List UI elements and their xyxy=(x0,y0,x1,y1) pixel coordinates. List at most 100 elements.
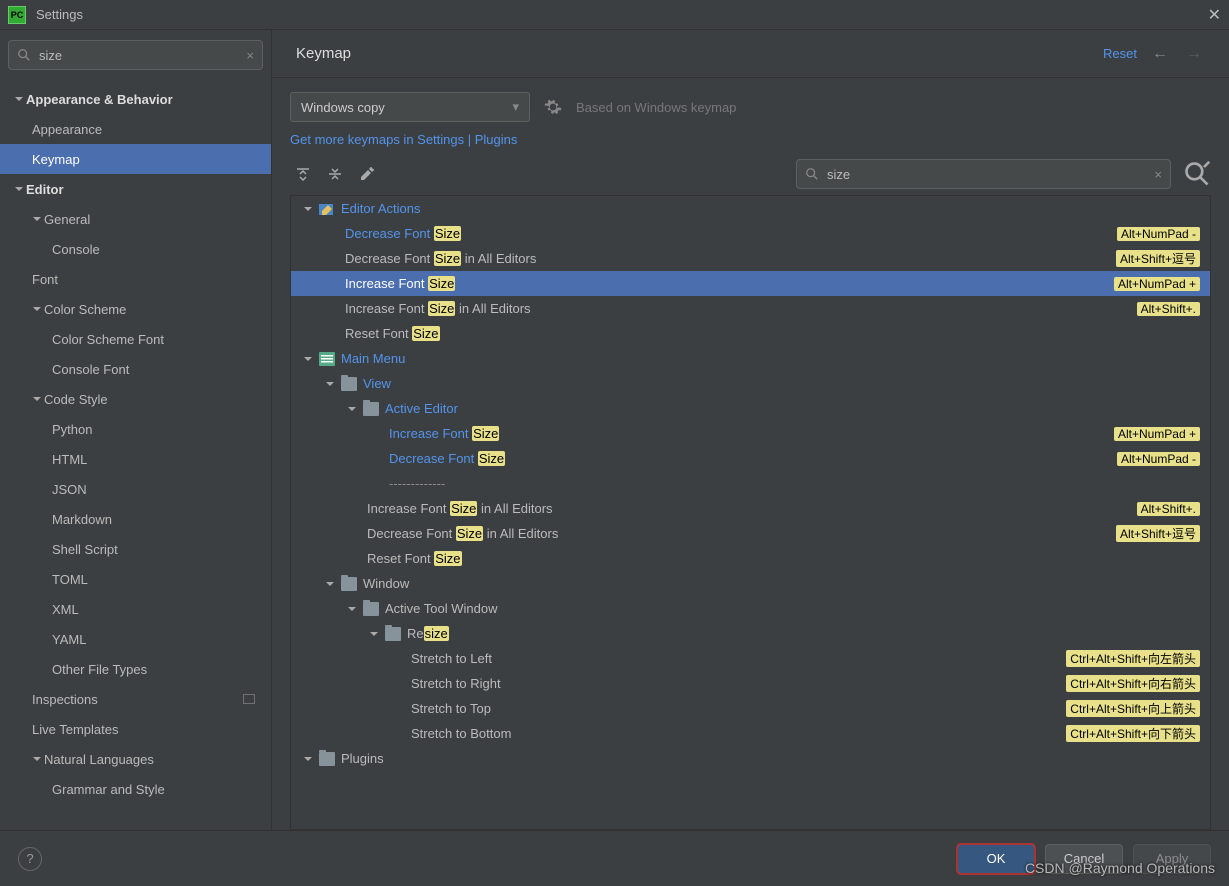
sidebar-item[interactable]: HTML xyxy=(0,444,271,474)
sidebar-item[interactable]: Console Font xyxy=(0,354,271,384)
window-title: Settings xyxy=(36,7,83,22)
keymap-row[interactable]: Stretch to LeftCtrl+Alt+Shift+向左箭头 xyxy=(291,646,1210,671)
sidebar-item[interactable]: General xyxy=(0,204,271,234)
app-icon: PC xyxy=(8,6,26,24)
sidebar-item[interactable]: YAML xyxy=(0,624,271,654)
action-label: Stretch to Left xyxy=(411,651,492,666)
search-icon xyxy=(805,167,819,181)
keymap-row[interactable]: ------------- xyxy=(291,471,1210,496)
chevron-down-icon xyxy=(30,392,44,406)
basedon-label: Based on Windows keymap xyxy=(576,100,736,115)
gear-icon[interactable] xyxy=(544,98,562,116)
action-label: Reset Font Size xyxy=(367,551,462,566)
sidebar-item[interactable]: Live Templates xyxy=(0,714,271,744)
keymap-tree[interactable]: Editor Actions Decrease Font Size Alt+NumP… xyxy=(290,195,1211,830)
sidebar-item[interactable]: Appearance & Behavior xyxy=(0,84,271,114)
keymap-row[interactable]: Stretch to BottomCtrl+Alt+Shift+向下箭头 xyxy=(291,721,1210,746)
sidebar-item[interactable]: Python xyxy=(0,414,271,444)
keymap-row[interactable]: Increase Font SizeAlt+NumPad + xyxy=(291,271,1210,296)
sidebar-item[interactable]: TOML xyxy=(0,564,271,594)
sidebar-item[interactable]: Keymap xyxy=(0,144,271,174)
shortcut-badge: Alt+NumPad - xyxy=(1117,227,1200,241)
keymap-row[interactable]: Decrease Font SizeAlt+NumPad - xyxy=(291,446,1210,471)
titlebar: PC Settings ✕ xyxy=(0,0,1229,30)
sidebar-item[interactable]: Editor xyxy=(0,174,271,204)
keymap-row[interactable]: Decrease Font Size in All Editors Alt+Shi… xyxy=(291,521,1210,546)
keymap-row[interactable]: Main Menu xyxy=(291,346,1210,371)
action-label: Active Tool Window xyxy=(385,601,497,616)
sidebar-item-label: JSON xyxy=(52,482,87,497)
close-icon[interactable]: ✕ xyxy=(1208,5,1221,25)
action-label: Decrease Font Size in All Editors xyxy=(367,526,558,541)
sidebar-item[interactable]: Natural Languages xyxy=(0,744,271,774)
shortcut-badge: Ctrl+Alt+Shift+向右箭头 xyxy=(1066,675,1200,692)
sidebar-item[interactable]: Color Scheme Font xyxy=(0,324,271,354)
find-shortcut-button[interactable] xyxy=(1183,160,1211,188)
action-label: Decrease Font Size xyxy=(345,226,461,241)
sidebar-item[interactable]: Markdown xyxy=(0,504,271,534)
action-search[interactable]: × xyxy=(796,159,1171,189)
sidebar-item-label: Appearance xyxy=(32,122,102,137)
back-button[interactable]: ← xyxy=(1149,43,1171,65)
sidebar-search[interactable]: × xyxy=(8,40,263,70)
action-label: Stretch to Bottom xyxy=(411,726,511,741)
action-label: Main Menu xyxy=(341,351,405,366)
sidebar-item[interactable]: Inspections xyxy=(0,684,271,714)
keymap-row[interactable]: Reset Font Size xyxy=(291,321,1210,346)
collapse-all-button[interactable] xyxy=(322,161,348,187)
action-label: Reset Font Size xyxy=(345,326,440,341)
help-button[interactable]: ? xyxy=(18,847,42,871)
sidebar-search-input[interactable] xyxy=(39,48,246,63)
keymap-row[interactable]: Reset Font Size xyxy=(291,546,1210,571)
sidebar-item-label: Other File Types xyxy=(52,662,147,677)
footer: ? OK Cancel Apply xyxy=(0,830,1229,886)
action-label: Stretch to Top xyxy=(411,701,491,716)
clear-icon[interactable]: × xyxy=(246,48,254,63)
keymap-row[interactable]: Increase Font Size in All EditorsAlt+Shi… xyxy=(291,296,1210,321)
keymap-row[interactable]: Increase Font SizeAlt+NumPad + xyxy=(291,421,1210,446)
sidebar-item[interactable]: JSON xyxy=(0,474,271,504)
keymap-row[interactable]: Increase Font Size in All EditorsAlt+Shi… xyxy=(291,496,1210,521)
sidebar-item[interactable]: Console xyxy=(0,234,271,264)
shortcut-badge: Alt+Shift+逗号 xyxy=(1116,525,1200,542)
reset-link[interactable]: Reset xyxy=(1103,46,1137,61)
sidebar-item[interactable]: Other File Types xyxy=(0,654,271,684)
search-icon xyxy=(17,48,31,62)
keymap-row[interactable]: Decrease Font Size Alt+NumPad - xyxy=(291,221,1210,246)
folder-icon xyxy=(341,577,357,591)
keymap-scheme-combo[interactable]: Windows copy ▾ xyxy=(290,92,530,122)
clear-icon[interactable]: × xyxy=(1154,167,1162,182)
main-panel: Keymap Reset ← → Windows copy ▾ Based on… xyxy=(272,30,1229,830)
forward-button[interactable]: → xyxy=(1183,43,1205,65)
keymap-row[interactable]: Editor Actions xyxy=(291,196,1210,221)
action-label: View xyxy=(363,376,391,391)
action-label: Stretch to Right xyxy=(411,676,501,691)
sidebar-item[interactable]: Font xyxy=(0,264,271,294)
action-label: Editor Actions xyxy=(341,201,421,216)
sidebar-item[interactable]: Appearance xyxy=(0,114,271,144)
more-keymaps-link[interactable]: Get more keymaps in Settings | Plugins xyxy=(290,132,1211,147)
sidebar-item[interactable]: Code Style xyxy=(0,384,271,414)
keymap-row[interactable]: View xyxy=(291,371,1210,396)
keymap-row[interactable]: Stretch to Right Ctrl+Alt+Shift+向右箭头 xyxy=(291,671,1210,696)
keymap-row[interactable]: Decrease Font Size in All EditorsAlt+Shi… xyxy=(291,246,1210,271)
keymap-row[interactable]: Resize xyxy=(291,621,1210,646)
keymap-row[interactable]: Window xyxy=(291,571,1210,596)
settings-tree[interactable]: Appearance & Behavior Appearance Keymap Edi… xyxy=(0,80,271,830)
sidebar-item[interactable]: Color Scheme xyxy=(0,294,271,324)
keymap-row[interactable]: Active Editor xyxy=(291,396,1210,421)
sidebar-item[interactable]: Grammar and Style xyxy=(0,774,271,804)
sidebar-item[interactable]: XML xyxy=(0,594,271,624)
edit-button[interactable] xyxy=(354,161,380,187)
expand-all-button[interactable] xyxy=(290,161,316,187)
sidebar-item[interactable]: Shell Script xyxy=(0,534,271,564)
sidebar-item-label: Natural Languages xyxy=(44,752,154,767)
chevron-down-icon xyxy=(367,629,381,639)
keymap-row[interactable]: Active Tool Window xyxy=(291,596,1210,621)
sidebar-item-label: Python xyxy=(52,422,92,437)
sidebar-item-label: Keymap xyxy=(32,152,80,167)
ok-button[interactable]: OK xyxy=(957,844,1035,874)
keymap-row[interactable]: Stretch to TopCtrl+Alt+Shift+向上箭头 xyxy=(291,696,1210,721)
action-search-input[interactable] xyxy=(827,167,1154,182)
keymap-row[interactable]: Plugins xyxy=(291,746,1210,771)
